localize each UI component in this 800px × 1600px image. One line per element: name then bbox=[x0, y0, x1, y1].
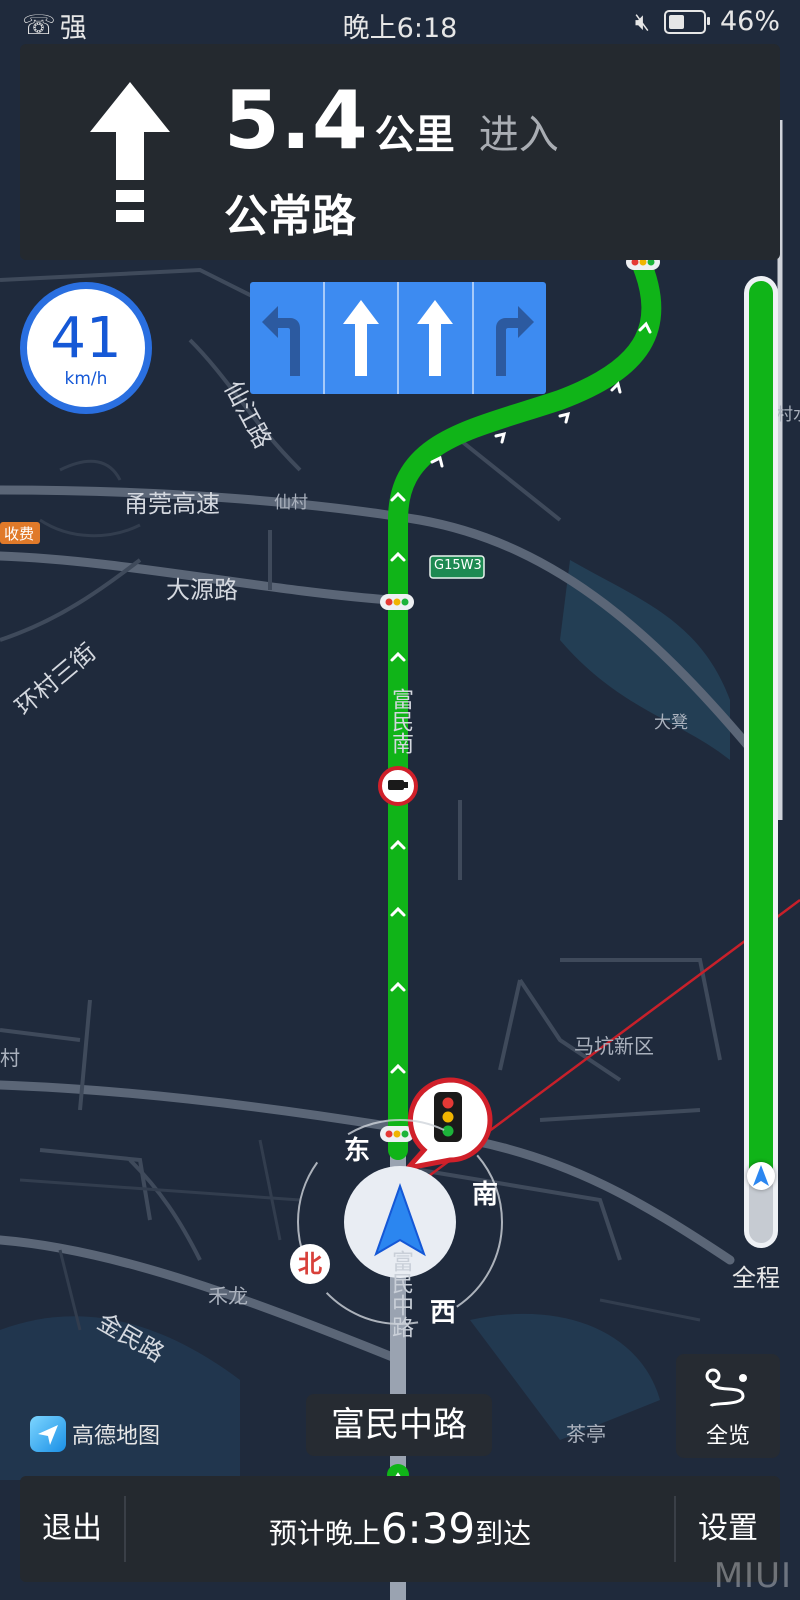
mute-icon: 🔇︎ bbox=[634, 7, 650, 36]
speed-value: 41 bbox=[50, 306, 122, 371]
guidance-panel[interactable]: 5.4 公里 进入 公常路 bbox=[20, 44, 780, 260]
straight-lane-icon bbox=[342, 300, 379, 376]
route-progress-bar[interactable] bbox=[744, 276, 778, 1248]
map-label-expressway: 甬莞高速 bbox=[124, 490, 220, 518]
map-label-village: 村 bbox=[0, 1046, 20, 1070]
map-label-chating: 茶亭 bbox=[566, 1422, 606, 1446]
distance-unit: 公里 bbox=[374, 112, 455, 158]
compass-east: 东 bbox=[344, 1136, 371, 1166]
lane-straight-2 bbox=[397, 282, 472, 394]
compass-north: 北 bbox=[290, 1244, 330, 1284]
route-progress-track bbox=[749, 281, 773, 1243]
speed-unit: km/h bbox=[64, 369, 108, 389]
navigation-arrow-icon bbox=[753, 1164, 769, 1186]
miui-watermark: MIUI bbox=[713, 1556, 792, 1596]
amap-logo: 高德地图 bbox=[30, 1416, 160, 1452]
current-speed: 41 km/h bbox=[20, 282, 152, 414]
route-overview-label: 全览 bbox=[705, 1424, 750, 1449]
progress-position-marker bbox=[747, 1161, 775, 1190]
map-label-partial-village: 村水 bbox=[776, 405, 800, 425]
next-road-name: 公常路 bbox=[224, 191, 356, 242]
maneuver-action: 进入 bbox=[478, 112, 559, 158]
amap-logo-text: 高德地图 bbox=[72, 1424, 161, 1449]
compass-south: 南 bbox=[472, 1180, 499, 1210]
straight-lane-icon bbox=[417, 300, 454, 376]
lane-straight-1 bbox=[322, 282, 398, 394]
map-label-helong: 禾龙 bbox=[208, 1284, 248, 1308]
status-bar: ☏ 强 晚上6:18 🔇︎ 46% bbox=[0, 0, 800, 46]
eta-prefix: 预计晚上 bbox=[268, 1517, 381, 1550]
left-turn-lane-icon bbox=[262, 306, 301, 376]
remaining-route-fill bbox=[749, 281, 773, 1176]
battery-percentage: 46% bbox=[719, 6, 780, 37]
bottom-toolbar: 退出 预计晚上6:39到达 设置 bbox=[20, 1476, 780, 1582]
exit-navigation-button[interactable]: 退出 bbox=[20, 1476, 124, 1582]
highway-shield-label: G15W3 bbox=[434, 558, 482, 573]
amap-logo-icon bbox=[30, 1416, 66, 1452]
map-label-dayuan-road: 大源路 bbox=[166, 576, 238, 604]
next-maneuver-distance: 5.4 公里 进入 bbox=[224, 74, 559, 167]
map-label-xiancun: 仙村 bbox=[274, 493, 308, 513]
lane-right-turn bbox=[471, 282, 547, 394]
eta-time: 6:39 bbox=[380, 1504, 476, 1553]
estimated-arrival: 预计晚上6:39到达 bbox=[126, 1476, 674, 1582]
compass-west: 西 bbox=[430, 1298, 457, 1328]
lane-left-turn bbox=[250, 282, 323, 394]
right-turn-lane-icon bbox=[495, 306, 534, 376]
route-overview-button[interactable]: 全览 bbox=[676, 1354, 780, 1458]
map-label-dadeng: 大凳 bbox=[654, 713, 688, 733]
current-road-name: 富民中路 bbox=[306, 1394, 492, 1456]
distance-value: 5.4 bbox=[224, 74, 369, 167]
straight-arrow-icon bbox=[90, 82, 170, 222]
route-overview-icon bbox=[705, 1368, 747, 1408]
lane-guidance bbox=[250, 282, 546, 394]
eta-suffix: 到达 bbox=[475, 1517, 532, 1550]
current-location-icon bbox=[344, 1166, 456, 1278]
route-progress-label: 全程 bbox=[732, 1264, 780, 1292]
map-label-makeng: 马坑新区 bbox=[574, 1034, 654, 1058]
battery-icon bbox=[663, 9, 710, 34]
map-label-fumin-south-road: 富民南 bbox=[388, 688, 413, 754]
toll-badge-label: 收费 bbox=[4, 525, 35, 543]
